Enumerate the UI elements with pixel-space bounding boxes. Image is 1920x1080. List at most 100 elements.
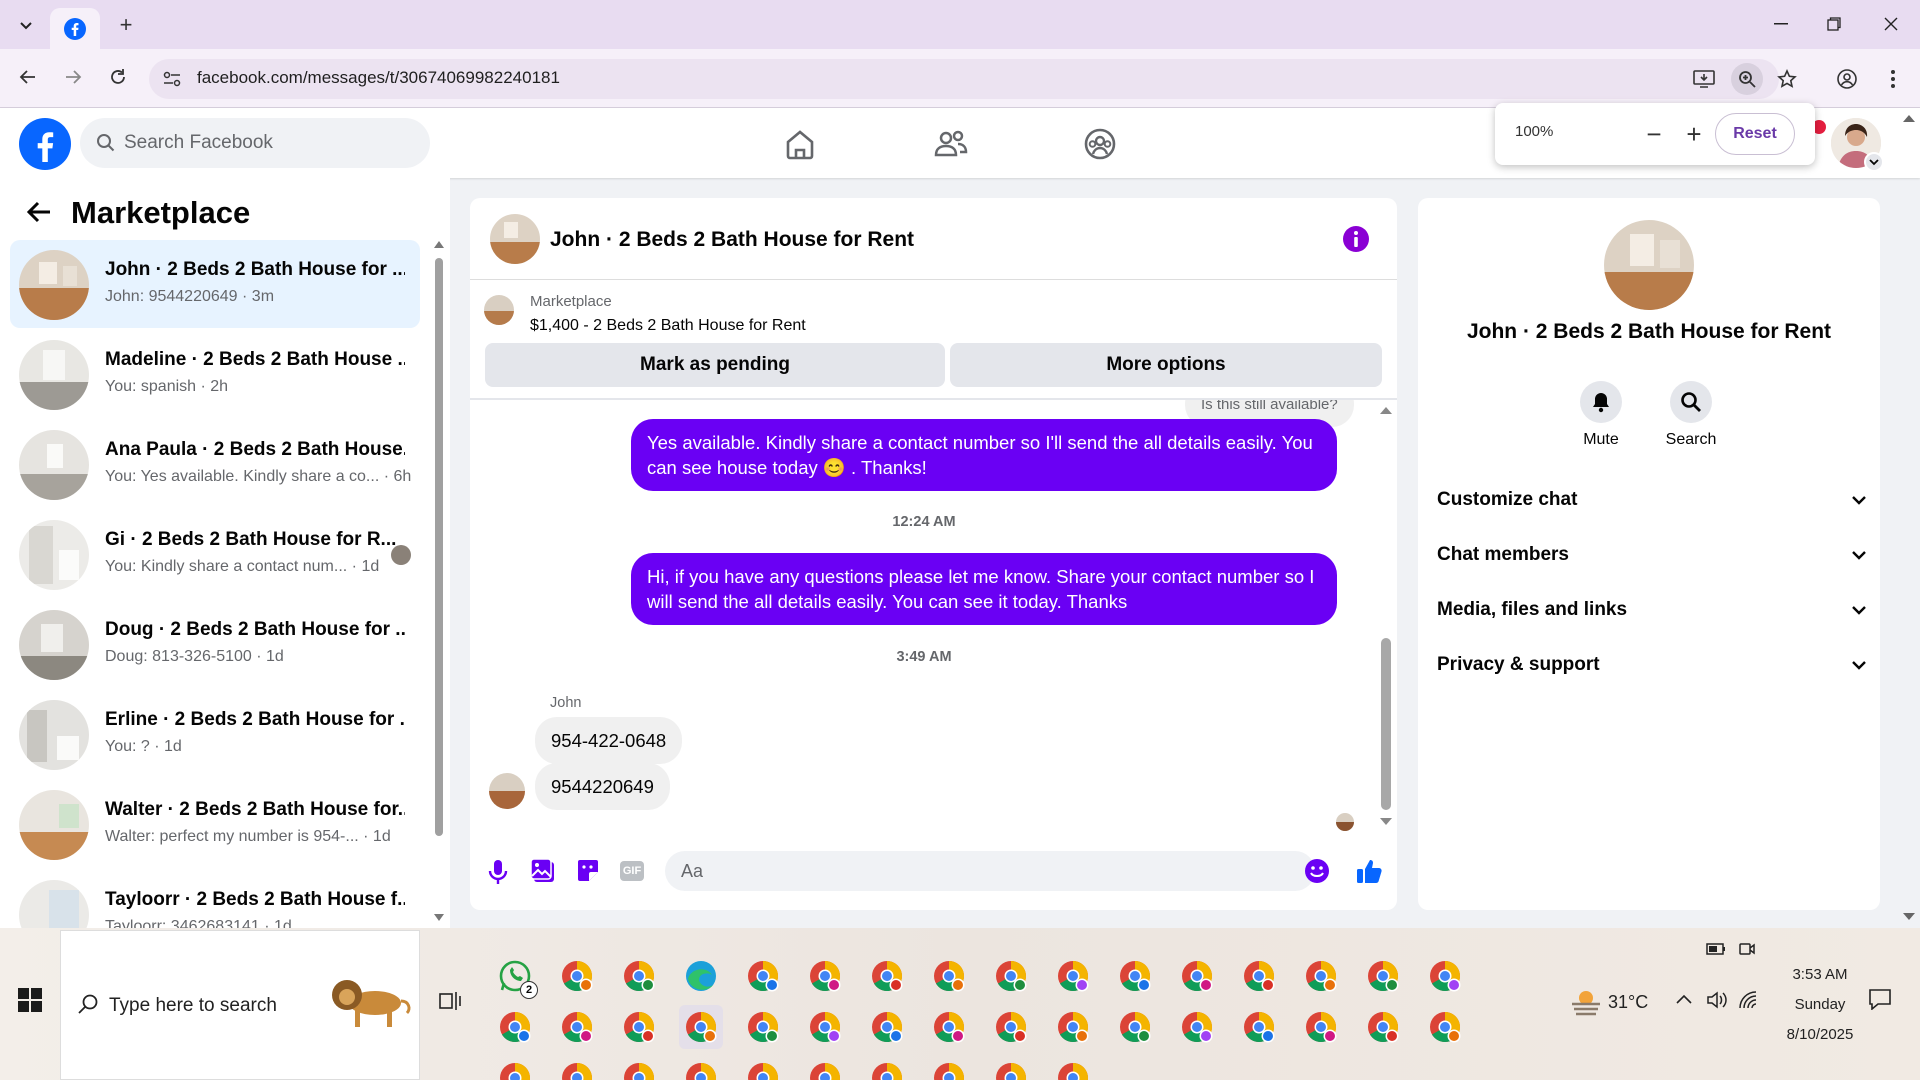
- chat-scroll-up-icon[interactable]: [1380, 406, 1392, 414]
- chrome-profile-taskbar-icon[interactable]: [679, 1056, 723, 1080]
- chrome-profile-taskbar-icon[interactable]: [865, 1056, 909, 1080]
- privacy-support-section[interactable]: Privacy & support: [1437, 654, 1867, 676]
- chrome-profile-taskbar-icon[interactable]: [1113, 954, 1157, 998]
- chat-title[interactable]: John · 2 Beds 2 Bath House for Rent: [550, 228, 914, 252]
- chrome-profile-taskbar-icon[interactable]: [555, 1056, 599, 1080]
- volume-icon[interactable]: [1706, 990, 1728, 1010]
- scroll-down-arrow-icon[interactable]: [434, 914, 444, 924]
- battery-icon[interactable]: [1706, 942, 1726, 956]
- chrome-profile-taskbar-icon[interactable]: [1113, 1005, 1157, 1049]
- wifi-icon[interactable]: [1738, 990, 1758, 1010]
- conversation-item[interactable]: Erline · 2 Beds 2 Bath House for ... You…: [10, 690, 420, 778]
- browser-tab-facebook[interactable]: [50, 8, 100, 49]
- conversation-item[interactable]: Walter · 2 Beds 2 Bath House for... Walt…: [10, 780, 420, 868]
- bookmark-star-icon[interactable]: [1773, 66, 1801, 92]
- friends-nav-icon[interactable]: [933, 127, 969, 161]
- clock-time[interactable]: 3:53 AM: [1770, 966, 1870, 983]
- conversation-item[interactable]: Doug · 2 Beds 2 Bath House for ... Doug:…: [10, 600, 420, 688]
- chrome-profile-taskbar-icon[interactable]: [989, 1005, 1033, 1049]
- chrome-profile-taskbar-icon[interactable]: [741, 1005, 785, 1049]
- show-hidden-icons-chevron-icon[interactable]: [1676, 994, 1692, 1004]
- chrome-profile-taskbar-icon[interactable]: [1237, 954, 1281, 998]
- conversation-item[interactable]: Tayloorr · 2 Beds 2 Bath House f... Tayl…: [10, 870, 420, 928]
- reload-icon[interactable]: [104, 63, 132, 91]
- chrome-profile-taskbar-icon[interactable]: [1299, 954, 1343, 998]
- chrome-profile-taskbar-icon[interactable]: [617, 954, 661, 998]
- zoom-reset-button[interactable]: Reset: [1715, 113, 1795, 155]
- back-arrow-icon[interactable]: [26, 201, 52, 223]
- chrome-profile-taskbar-icon[interactable]: [555, 954, 599, 998]
- mute-label[interactable]: Mute: [1561, 431, 1641, 449]
- install-app-icon[interactable]: [1690, 67, 1718, 91]
- zoom-out-button[interactable]: −: [1637, 117, 1671, 151]
- chrome-profile-taskbar-icon[interactable]: [493, 1056, 537, 1080]
- chrome-profile-taskbar-icon[interactable]: [555, 1005, 599, 1049]
- weather-temperature[interactable]: 31°C: [1608, 992, 1648, 1013]
- mute-bell-icon[interactable]: [1580, 381, 1622, 423]
- outgoing-message[interactable]: Hi, if you have any questions please let…: [631, 553, 1337, 625]
- chrome-profile-taskbar-icon[interactable]: [1051, 954, 1095, 998]
- chrome-profile-taskbar-icon[interactable]: [741, 954, 785, 998]
- chrome-profile-taskbar-icon[interactable]: [1299, 1005, 1343, 1049]
- chat-avatar[interactable]: [490, 214, 540, 264]
- media-files-links-section[interactable]: Media, files and links: [1437, 599, 1867, 621]
- gif-icon[interactable]: GIF: [620, 861, 644, 881]
- conversation-item[interactable]: John · 2 Beds 2 Bath House for ... John:…: [10, 240, 420, 328]
- weather-icon[interactable]: [1570, 988, 1602, 1016]
- chrome-profile-taskbar-icon[interactable]: [927, 1056, 971, 1080]
- emoji-icon[interactable]: [1305, 859, 1329, 883]
- chat-scrollbar[interactable]: [1381, 638, 1391, 810]
- chrome-profile-taskbar-icon[interactable]: [865, 1005, 909, 1049]
- conversations-scrollbar[interactable]: [435, 258, 443, 836]
- sender-avatar[interactable]: [489, 773, 525, 809]
- chrome-profile-taskbar-icon[interactable]: [617, 1005, 661, 1049]
- edge-taskbar-icon[interactable]: [679, 954, 723, 998]
- tab-search-dropdown-icon[interactable]: [12, 12, 40, 38]
- page-scroll-down-icon[interactable]: [1903, 913, 1915, 921]
- chrome-profile-taskbar-icon[interactable]: [493, 1005, 537, 1049]
- home-nav-icon[interactable]: [783, 127, 817, 161]
- profile-icon[interactable]: [1833, 66, 1861, 92]
- clock-date[interactable]: 8/10/2025: [1770, 1026, 1870, 1043]
- whatsapp-taskbar-icon[interactable]: 2: [493, 954, 538, 999]
- notification-center-icon[interactable]: [1868, 988, 1892, 1010]
- browser-menu-icon[interactable]: [1880, 66, 1906, 92]
- search-in-chat-icon[interactable]: [1670, 381, 1712, 423]
- search-label[interactable]: Search: [1651, 431, 1731, 449]
- facebook-logo-icon[interactable]: [19, 118, 71, 170]
- page-scroll-up-icon[interactable]: [1903, 114, 1915, 122]
- taskbar-search-box[interactable]: Type here to search: [60, 930, 420, 1080]
- chrome-profile-taskbar-icon[interactable]: [989, 954, 1033, 998]
- chrome-profile-taskbar-icon[interactable]: [927, 1005, 971, 1049]
- account-menu-chevron-icon[interactable]: [1864, 152, 1884, 172]
- groups-nav-icon[interactable]: [1083, 127, 1117, 161]
- outgoing-message[interactable]: Yes available. Kindly share a contact nu…: [631, 419, 1337, 491]
- like-icon[interactable]: [1355, 857, 1383, 885]
- chat-members-section[interactable]: Chat members: [1437, 544, 1867, 566]
- mark-as-pending-button[interactable]: Mark as pending: [485, 343, 945, 387]
- conversation-item[interactable]: Ana Paula · 2 Beds 2 Bath House... You: …: [10, 420, 420, 508]
- chrome-profile-taskbar-icon[interactable]: [803, 1005, 847, 1049]
- chrome-profile-taskbar-icon[interactable]: [1051, 1005, 1095, 1049]
- close-window-icon[interactable]: [1876, 12, 1906, 36]
- scroll-up-arrow-icon[interactable]: [434, 240, 444, 250]
- chrome-profile-taskbar-icon[interactable]: [1051, 1056, 1095, 1080]
- task-view-icon[interactable]: [438, 990, 462, 1012]
- chrome-profile-taskbar-icon[interactable]: [1237, 1005, 1281, 1049]
- microphone-icon[interactable]: [487, 858, 509, 886]
- meet-now-icon[interactable]: [1738, 940, 1756, 958]
- chrome-profile-taskbar-icon[interactable]: [1175, 954, 1219, 998]
- chrome-profile-taskbar-icon[interactable]: [1361, 954, 1405, 998]
- chrome-profile-taskbar-icon[interactable]: [865, 954, 909, 998]
- incoming-message[interactable]: 954-422-0648: [535, 717, 683, 764]
- zoom-icon[interactable]: [1731, 63, 1763, 95]
- chrome-profile-taskbar-icon[interactable]: [803, 954, 847, 998]
- message-input[interactable]: Aa: [665, 851, 1329, 891]
- chat-info-icon[interactable]: [1343, 226, 1369, 252]
- restore-icon[interactable]: [1819, 12, 1849, 36]
- customize-chat-section[interactable]: Customize chat: [1437, 489, 1867, 511]
- chrome-profile-taskbar-icon[interactable]: [1361, 1005, 1405, 1049]
- facebook-search-input[interactable]: Search Facebook: [80, 118, 430, 168]
- chrome-profile-taskbar-icon[interactable]: [803, 1056, 847, 1080]
- minimize-icon[interactable]: [1766, 12, 1796, 36]
